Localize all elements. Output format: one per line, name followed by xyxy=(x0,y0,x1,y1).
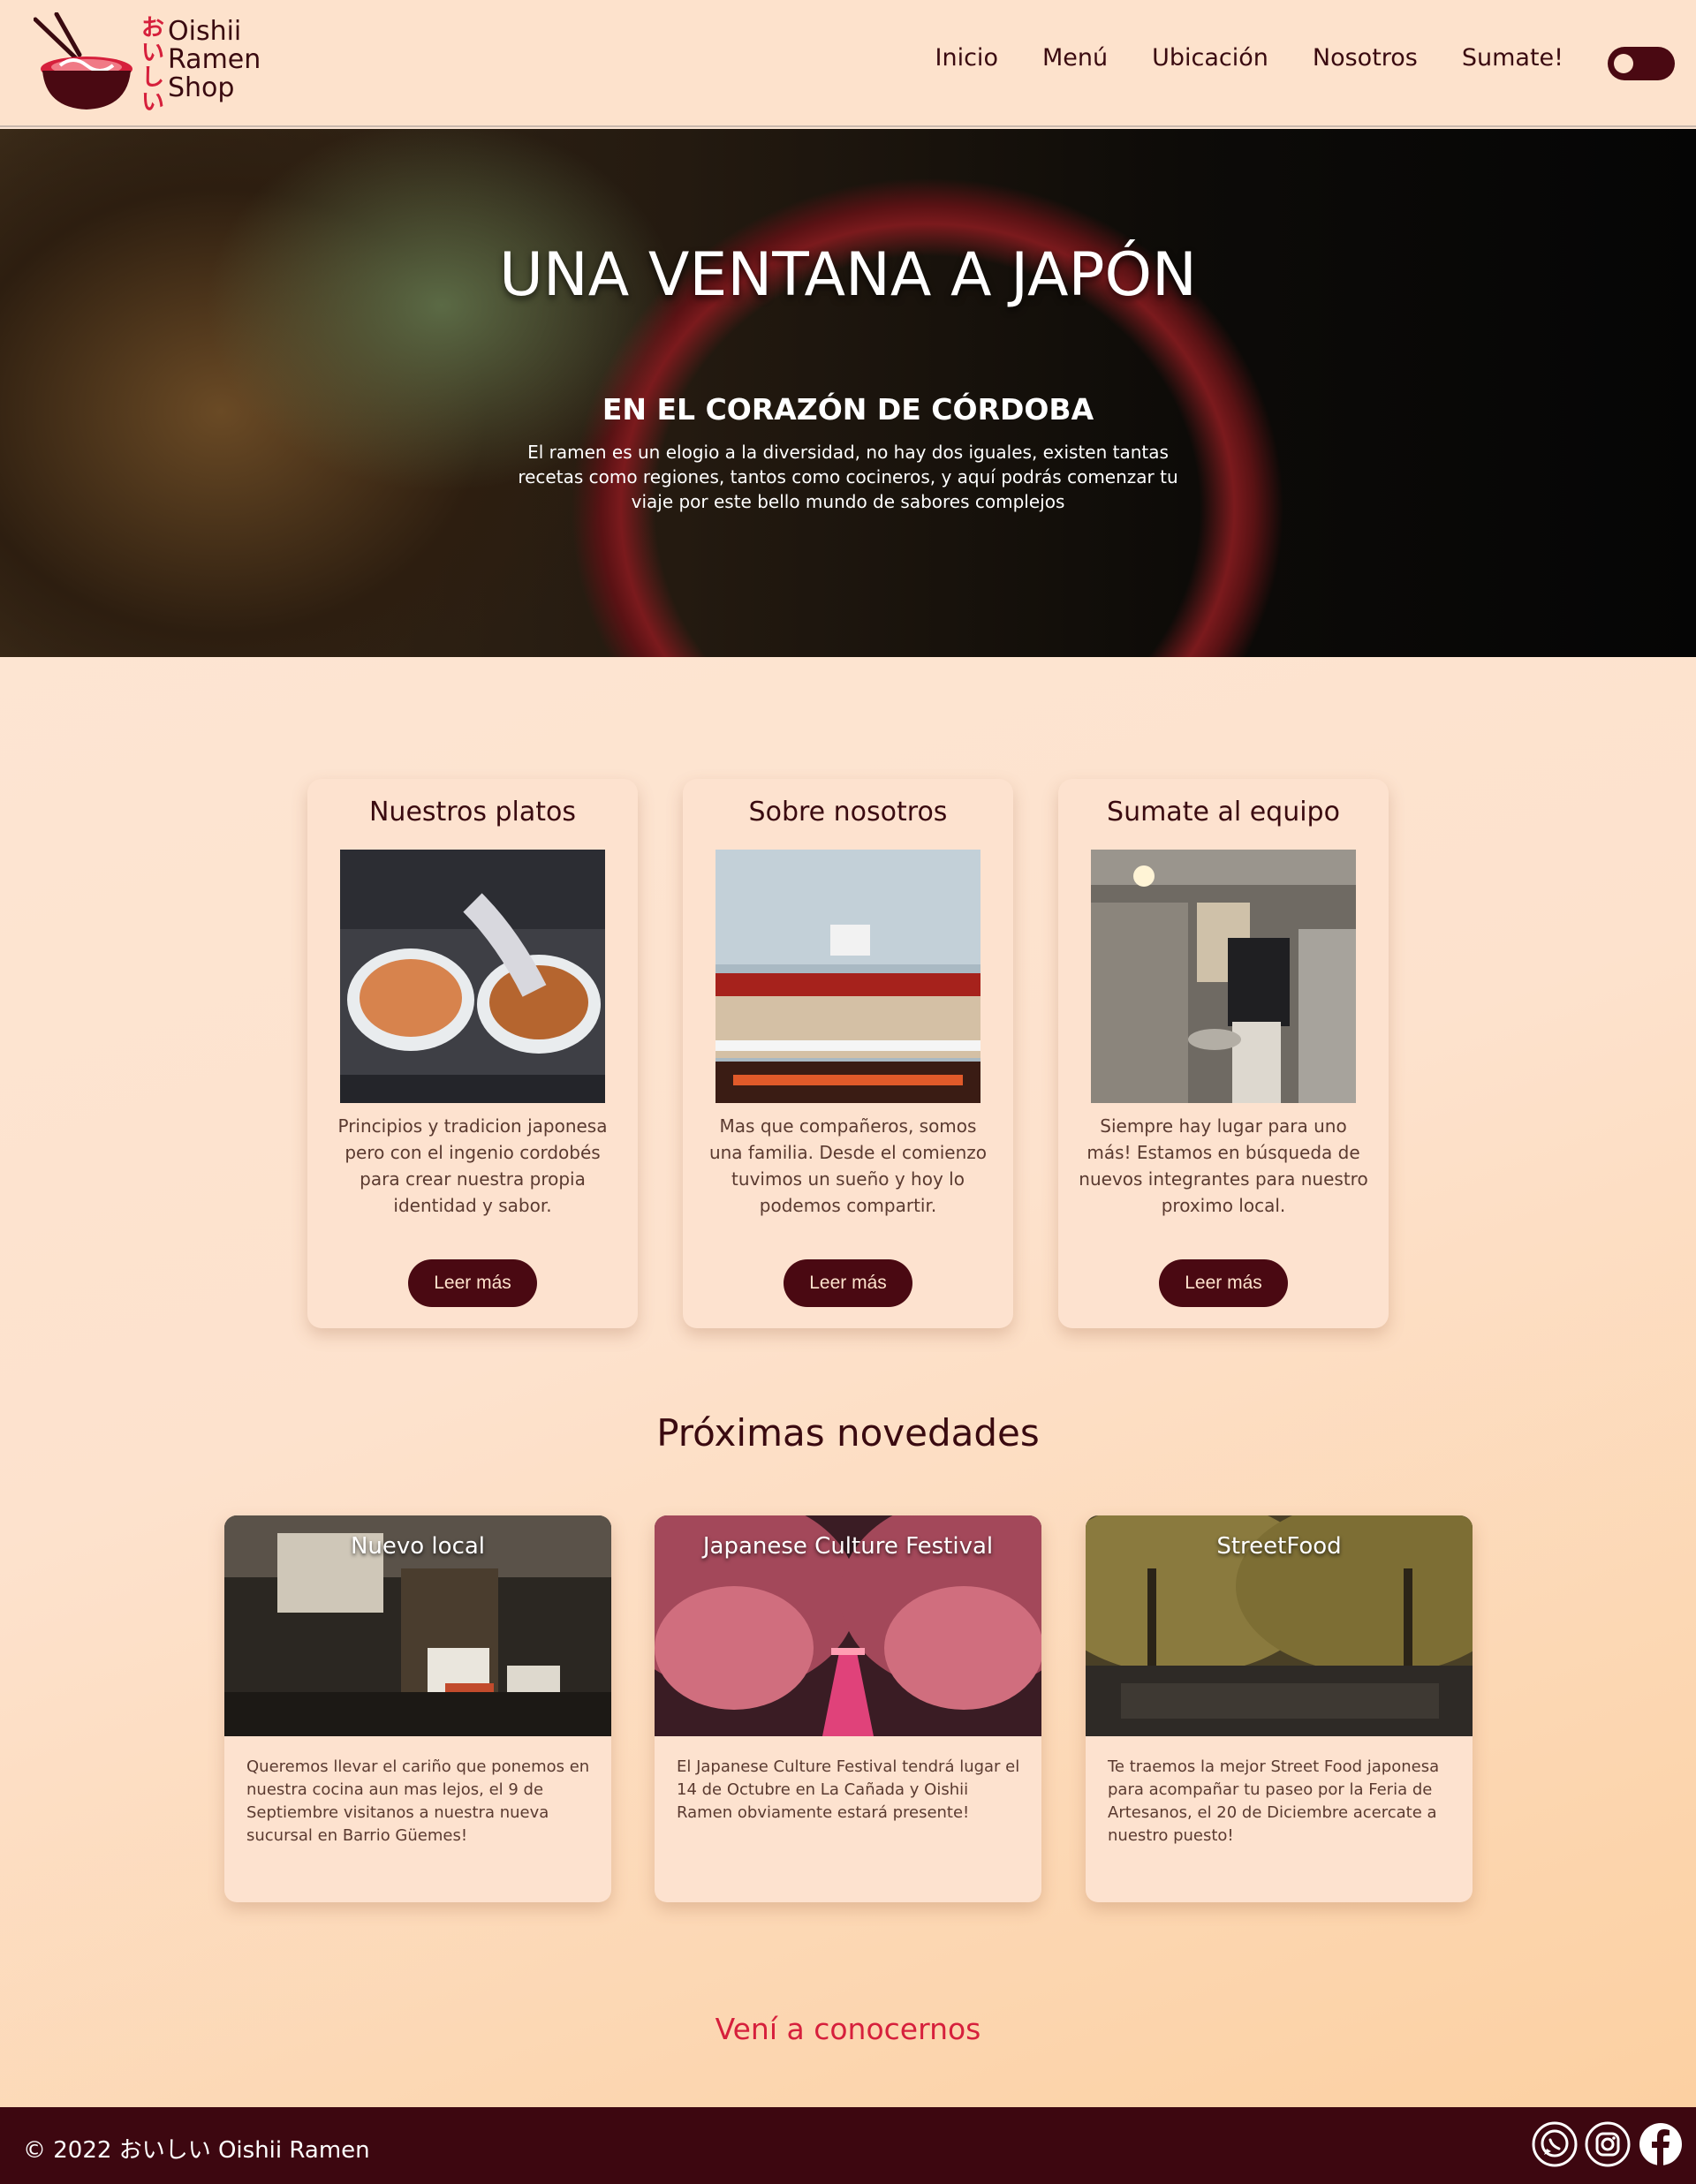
copyright-text: © 2022 おいしい Oishii Ramen xyxy=(23,2137,370,2164)
card-title: Sumate al equipo xyxy=(1107,797,1340,828)
nav-ubicacion[interactable]: Ubicación xyxy=(1152,44,1268,72)
toggle-knob xyxy=(1614,54,1633,73)
news-title: StreetFood xyxy=(1216,1533,1342,1560)
hero-subtitle: EN EL CORAZÓN DE CÓRDOBA xyxy=(602,392,1094,427)
news-card-streetfood[interactable]: StreetFood Te traemos la mejor Street Fo… xyxy=(1086,1515,1473,1902)
card-image-ramen-bowls xyxy=(340,850,605,1103)
hero-title: UNA VENTANA A JAPÓN xyxy=(499,240,1197,310)
site-header: お い し い Oishii Ramen Shop Inicio Menú Ub… xyxy=(0,0,1696,127)
news-title: Nuevo local xyxy=(350,1533,486,1560)
whatsapp-icon[interactable] xyxy=(1532,2121,1578,2167)
card-image-chef xyxy=(716,850,980,1103)
news-text: El Japanese Culture Festival tendrá luga… xyxy=(677,1757,1020,1822)
card-sumate-equipo: Sumate al equipo Siempre hay lugar para … xyxy=(1058,779,1389,1328)
instagram-icon[interactable] xyxy=(1585,2121,1631,2167)
leer-mas-button[interactable]: Leer más xyxy=(408,1259,537,1307)
section-title-novedades: Próximas novedades xyxy=(656,1411,1040,1455)
news-card-nuevo-local[interactable]: Nuevo local Queremos llevar el cariño qu… xyxy=(224,1515,611,1902)
facebook-icon[interactable] xyxy=(1638,2121,1684,2167)
site-footer: © 2022 おいしい Oishii Ramen xyxy=(0,2107,1696,2184)
leer-mas-button[interactable]: Leer más xyxy=(1159,1259,1288,1307)
logo[interactable]: お い し い Oishii Ramen Shop xyxy=(34,12,281,117)
nav-sumate[interactable]: Sumate! xyxy=(1462,44,1564,72)
news-title: Japanese Culture Festival xyxy=(702,1533,994,1560)
card-nuestros-platos: Nuestros platos Principios y tradicion j… xyxy=(307,779,638,1328)
nav-menu[interactable]: Menú xyxy=(1042,44,1108,72)
leer-mas-button[interactable]: Leer más xyxy=(784,1259,912,1307)
logo-kana: お い し い xyxy=(140,15,164,116)
card-text: Mas que compañeros, somos una familia. D… xyxy=(708,1115,988,1216)
logo-name: Oishii Ramen Shop xyxy=(168,16,261,103)
dark-mode-toggle[interactable] xyxy=(1608,47,1675,80)
news-text: Te traemos la mejor Street Food japonesa… xyxy=(1108,1757,1440,1845)
hero-banner: UNA VENTANA A JAPÓN EN EL CORAZÓN DE CÓR… xyxy=(0,129,1696,657)
news-card-japanese-culture-festival[interactable]: Japanese Culture Festival El Japanese Cu… xyxy=(655,1515,1041,1902)
nav-nosotros[interactable]: Nosotros xyxy=(1313,44,1418,72)
card-image-kitchen xyxy=(1091,850,1356,1103)
ramen-bowl-icon xyxy=(34,12,132,110)
card-sobre-nosotros: Sobre nosotros Mas que compañeros, somos… xyxy=(683,779,1013,1328)
social-links xyxy=(1532,2121,1684,2167)
news-text: Queremos llevar el cariño que ponemos en… xyxy=(246,1757,590,1845)
card-text: Siempre hay lugar para uno más! Estamos … xyxy=(1079,1115,1368,1216)
cta-link[interactable]: Vení a conocernos xyxy=(0,2012,1696,2046)
main-nav: Inicio Menú Ubicación Nosotros Sumate! xyxy=(935,44,1564,72)
nav-inicio[interactable]: Inicio xyxy=(935,44,998,72)
card-text: Principios y tradicion japonesa pero con… xyxy=(337,1115,608,1216)
card-title: Nuestros platos xyxy=(368,797,576,828)
card-title: Sobre nosotros xyxy=(748,797,948,828)
hero-text: El ramen es un elogio a la diversidad, n… xyxy=(518,442,1178,512)
